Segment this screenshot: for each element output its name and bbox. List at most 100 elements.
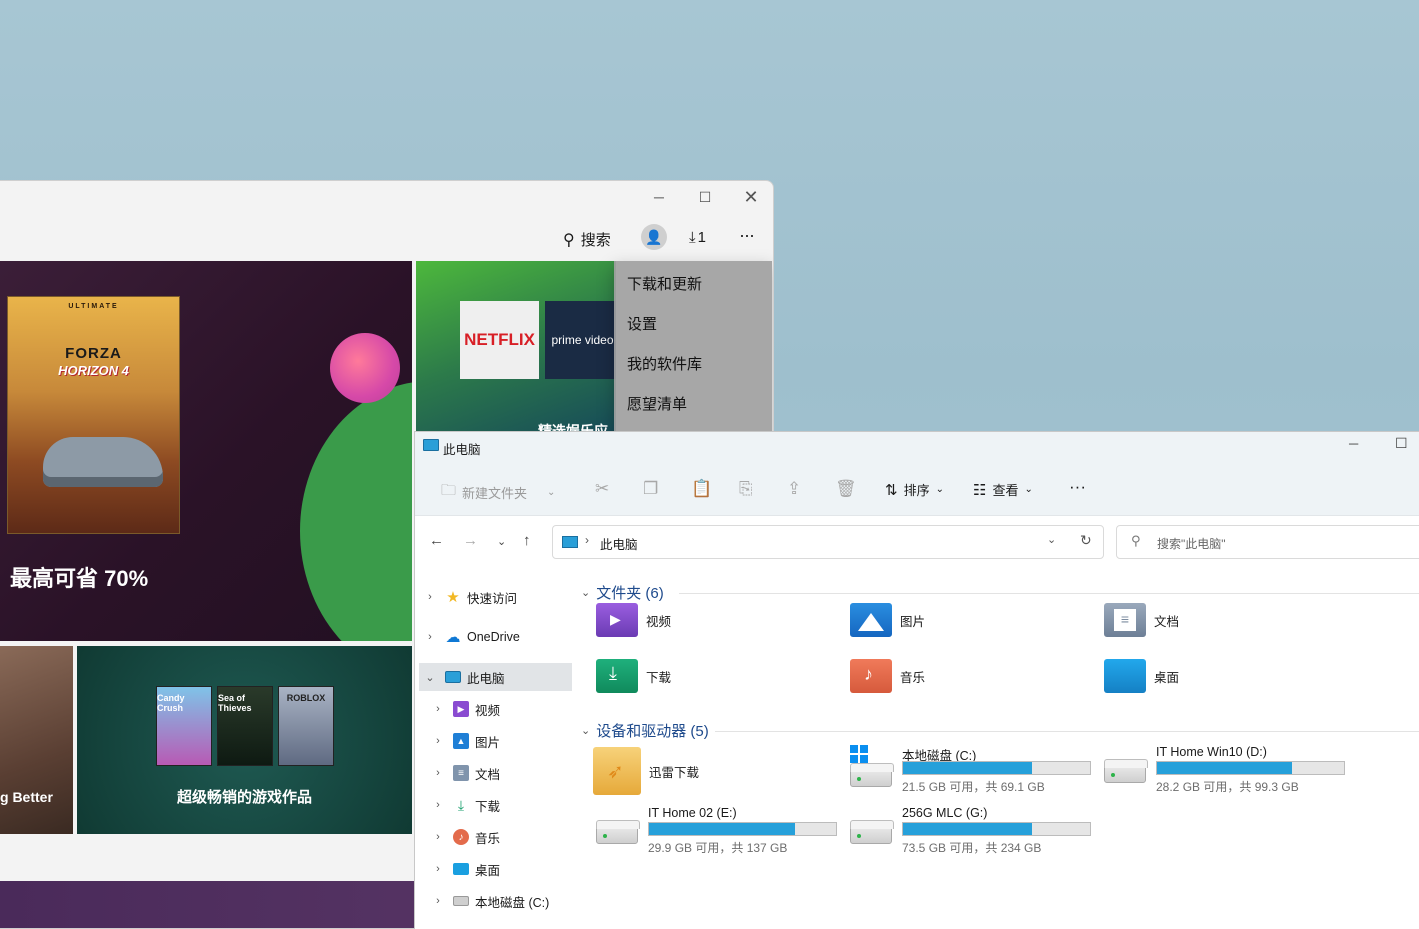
folder-videos[interactable]: ▶ 视频 — [596, 603, 671, 637]
nav-quick-access[interactable]: › ★ 快速访问 — [415, 583, 572, 611]
pictures-icon: ▲ — [453, 733, 469, 749]
tile-better[interactable]: g Better — [0, 646, 73, 834]
address-box[interactable]: › 此电脑 ⌄ ↻ — [552, 525, 1104, 559]
games-caption: 超级畅销的游戏作品 — [176, 789, 312, 806]
minimize-button[interactable]: ─ — [1349, 436, 1358, 451]
nav-downloads[interactable]: › ⤓ 下载 — [415, 791, 572, 819]
delete-icon[interactable]: 🗑 — [835, 479, 857, 499]
up-arrow-icon[interactable]: ↑ — [523, 532, 531, 549]
drive-name: IT Home 02 (E:) — [648, 806, 737, 820]
folder-label: 下载 — [646, 670, 672, 685]
video-icon: ▶ — [453, 701, 469, 717]
copy-icon[interactable]: ❐ — [643, 479, 658, 499]
more-button[interactable]: ··· — [739, 225, 755, 246]
nav-videos[interactable]: › ▶ 视频 — [415, 695, 572, 723]
nav-label: 此电脑 — [467, 671, 505, 686]
menu-item-settings[interactable]: 设置 — [627, 313, 657, 334]
menu-item-library[interactable]: 我的软件库 — [627, 353, 702, 374]
store-toolbar: ⚲ 搜索 👤 ⤓ 1 ··· — [0, 221, 773, 261]
drive-usage-fill — [1157, 762, 1292, 774]
monitor-icon — [445, 671, 461, 683]
hard-drive-icon — [850, 763, 894, 787]
nav-onedrive[interactable]: › ☁ OneDrive — [415, 623, 572, 651]
nav-this-pc[interactable]: ⌄ 此电脑 — [419, 663, 572, 691]
close-button[interactable]: ✕ — [728, 181, 773, 213]
desktop-folder-icon — [1104, 659, 1146, 693]
minimize-button[interactable]: ─ — [636, 181, 682, 213]
new-folder-button[interactable]: 🗀 新建文件夹 ⌄ — [441, 480, 555, 505]
nav-drive-c[interactable]: › 本地磁盘 (C:) — [415, 887, 572, 915]
chevron-right-icon: › — [436, 703, 440, 715]
chevron-right-icon: › — [436, 735, 440, 747]
drive-usage-fill — [903, 823, 1033, 835]
menu-item-downloads[interactable]: 下载和更新 — [627, 273, 702, 294]
folder-downloads[interactable]: ⤓ 下载 — [596, 659, 671, 693]
drive-usage-bar — [902, 761, 1091, 775]
drive-name: IT Home Win10 (D:) — [1156, 745, 1267, 759]
monitor-icon — [423, 439, 439, 451]
folder-desktop[interactable]: 桌面 — [1104, 659, 1179, 693]
chevron-down-icon[interactable]: ⌄ — [1047, 533, 1056, 546]
chevron-down-icon: ⌄ — [581, 725, 591, 737]
folder-documents[interactable]: ≡ 文档 — [1104, 603, 1179, 637]
pictures-folder-icon — [850, 603, 892, 637]
rename-icon[interactable]: ⎘ — [739, 479, 753, 499]
sort-button[interactable]: ⇅ 排序 ⌄ — [885, 480, 944, 499]
cut-icon[interactable]: ✂ — [595, 479, 609, 499]
folder-label: 视频 — [646, 614, 672, 629]
forza-cover-art: ULTIMATE FORZA HORIZON 4 — [7, 296, 180, 534]
folder-xunlei[interactable]: ➶ 迅雷下载 — [593, 747, 699, 795]
folder-music[interactable]: ♪ 音乐 — [850, 659, 925, 693]
explorer-window: 此电脑 ─ ☐ 🗀 新建文件夹 ⌄ ✂ ❐ 📋 ⎘ ⇪ 🗑 ⇅ 排序 ⌄ ☷ 查… — [414, 431, 1419, 929]
breadcrumb[interactable]: 此电脑 — [600, 534, 638, 553]
search-icon: ⚲ — [1131, 533, 1141, 548]
drive-usage-fill — [649, 823, 795, 835]
nav-label: 音乐 — [475, 831, 501, 846]
folders-section-header[interactable]: ⌄ 文件夹 (6) — [581, 582, 664, 603]
tile-bestselling-games[interactable]: Candy Crush Sea of Thieves ROBLOX 超级畅销的游… — [77, 646, 412, 834]
menu-item-wishlist[interactable]: 愿望清单 — [627, 393, 687, 414]
maximize-button[interactable]: ☐ — [682, 181, 728, 213]
downloads-button[interactable]: ⤓ 1 — [689, 229, 706, 246]
nav-documents[interactable]: › ≡ 文档 — [415, 759, 572, 787]
hero-entertainment-banner[interactable]: NETFLIX prime video 精选娱乐应 — [416, 261, 616, 436]
share-icon[interactable]: ⇪ — [787, 479, 801, 499]
chevron-down-icon: ⌄ — [1024, 484, 1033, 495]
view-button[interactable]: ☷ 查看 ⌄ — [973, 480, 1033, 499]
hero-forza-banner[interactable]: ULTIMATE FORZA HORIZON 4 最高可省 70% — [0, 261, 412, 641]
drive-g[interactable]: 256G MLC (G:) 73.5 GB 可用，共 234 GB — [850, 806, 1091, 856]
refresh-icon[interactable]: ↻ — [1080, 532, 1092, 549]
nav-pictures[interactable]: › ▲ 图片 — [415, 727, 572, 755]
forward-arrow-icon[interactable]: → — [463, 532, 478, 549]
new-folder-label: 新建文件夹 — [462, 486, 528, 501]
folder-pictures[interactable]: 图片 — [850, 603, 925, 637]
search-button[interactable]: ⚲ 搜索 — [563, 229, 611, 250]
hard-drive-icon — [596, 820, 640, 844]
nav-label: 本地磁盘 (C:) — [475, 895, 550, 910]
chevron-right-icon: › — [436, 863, 440, 875]
new-folder-icon: 🗀 — [441, 482, 457, 499]
nav-desktop[interactable]: › 桌面 — [415, 855, 572, 883]
drive-d[interactable]: IT Home Win10 (D:) 28.2 GB 可用，共 99.3 GB — [1104, 745, 1345, 795]
drive-e[interactable]: IT Home 02 (E:) 29.9 GB 可用，共 137 GB — [596, 806, 837, 856]
nav-music[interactable]: › ♪ 音乐 — [415, 823, 572, 851]
navigation-pane: › ★ 快速访问 › ☁ OneDrive ⌄ 此电脑 › ▶ 视频 › ▲ 图… — [415, 572, 575, 929]
paste-icon[interactable]: 📋 — [691, 479, 712, 499]
account-avatar[interactable]: 👤 — [641, 224, 667, 250]
maximize-button[interactable]: ☐ — [1395, 435, 1408, 452]
desktop-icon — [453, 863, 469, 875]
drives-section-header[interactable]: ⌄ 设备和驱动器 (5) — [581, 720, 709, 741]
chevron-down-icon: ⌄ — [425, 671, 435, 684]
recent-chevron-icon[interactable]: ⌄ — [497, 535, 506, 548]
candy-crush-cover: Candy Crush — [156, 686, 212, 766]
folder-label: 迅雷下载 — [649, 765, 700, 780]
hard-drive-icon — [1104, 759, 1148, 783]
star-icon: ★ — [446, 589, 460, 606]
drive-c[interactable]: 本地磁盘 (C:) 21.5 GB 可用，共 69.1 GB — [850, 745, 1091, 795]
nav-label: 下载 — [475, 799, 501, 814]
tile-better-caption: g Better — [0, 789, 53, 805]
search-input[interactable]: ⚲ 搜索"此电脑" — [1116, 525, 1419, 559]
drives-header-label: 设备和驱动器 (5) — [596, 723, 709, 740]
more-options-button[interactable]: ··· — [1069, 477, 1086, 497]
back-arrow-icon[interactable]: ← — [429, 532, 444, 549]
